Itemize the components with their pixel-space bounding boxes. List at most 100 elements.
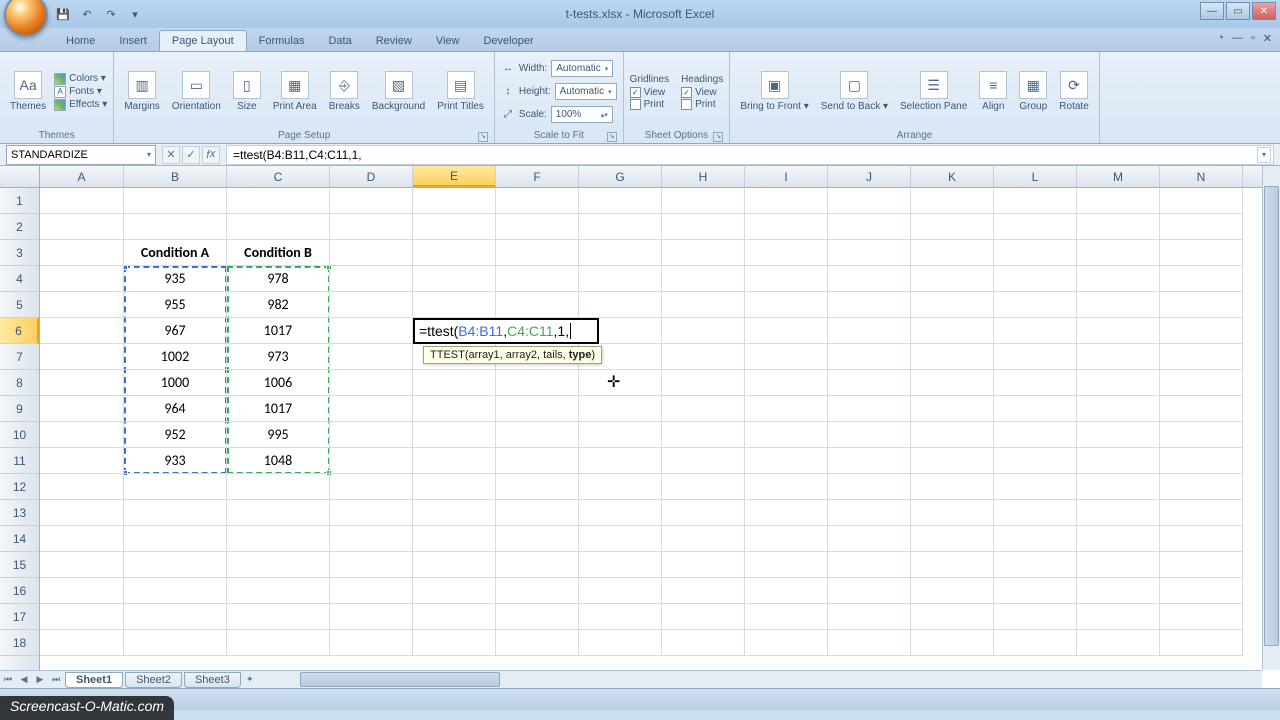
- cell-G10[interactable]: [579, 422, 662, 448]
- cell-C6[interactable]: 1017: [227, 318, 330, 344]
- cell-K11[interactable]: [911, 448, 994, 474]
- prev-sheet-button[interactable]: ◀: [16, 674, 32, 685]
- cell-B14[interactable]: [124, 526, 227, 552]
- cell-J10[interactable]: [828, 422, 911, 448]
- cell-G14[interactable]: [579, 526, 662, 552]
- cell-D1[interactable]: [330, 188, 413, 214]
- row-header-7[interactable]: 7: [0, 344, 39, 370]
- close-button[interactable]: ✕: [1252, 2, 1276, 20]
- cell-D15[interactable]: [330, 552, 413, 578]
- cell-M10[interactable]: [1077, 422, 1160, 448]
- cell-C9[interactable]: 1017: [227, 396, 330, 422]
- row-header-10[interactable]: 10: [0, 422, 39, 448]
- tab-home[interactable]: Home: [54, 31, 107, 51]
- cell-G12[interactable]: [579, 474, 662, 500]
- cell-D13[interactable]: [330, 500, 413, 526]
- cell-N13[interactable]: [1160, 500, 1243, 526]
- themes-button[interactable]: Aa Themes: [6, 69, 50, 114]
- cell-C4[interactable]: 978: [227, 266, 330, 292]
- cell-I11[interactable]: [745, 448, 828, 474]
- cell-D18[interactable]: [330, 630, 413, 656]
- cell-E17[interactable]: [413, 604, 496, 630]
- cancel-formula-button[interactable]: ✕: [162, 146, 180, 164]
- cell-B9[interactable]: 964: [124, 396, 227, 422]
- cell-L13[interactable]: [994, 500, 1077, 526]
- cell-H15[interactable]: [662, 552, 745, 578]
- minimize-button[interactable]: —: [1200, 2, 1224, 20]
- cell-G3[interactable]: [579, 240, 662, 266]
- cell-F10[interactable]: [496, 422, 579, 448]
- cell-A12[interactable]: [40, 474, 124, 500]
- sheet-tab-2[interactable]: Sheet2: [125, 672, 182, 688]
- gridlines-print-checkbox[interactable]: Print: [630, 99, 669, 110]
- cell-K14[interactable]: [911, 526, 994, 552]
- cell-B11[interactable]: 933: [124, 448, 227, 474]
- cell-C7[interactable]: 973: [227, 344, 330, 370]
- cell-F9[interactable]: [496, 396, 579, 422]
- insert-function-button[interactable]: f𝑥: [202, 146, 220, 164]
- row-header-2[interactable]: 2: [0, 214, 39, 240]
- cell-J11[interactable]: [828, 448, 911, 474]
- col-header-M[interactable]: M: [1077, 166, 1160, 187]
- print-area-button[interactable]: ▦Print Area: [269, 69, 321, 114]
- cell-J7[interactable]: [828, 344, 911, 370]
- cell-G13[interactable]: [579, 500, 662, 526]
- cell-J14[interactable]: [828, 526, 911, 552]
- cell-H5[interactable]: [662, 292, 745, 318]
- cell-D10[interactable]: [330, 422, 413, 448]
- breaks-button[interactable]: ⎆Breaks: [325, 69, 364, 114]
- cell-L12[interactable]: [994, 474, 1077, 500]
- send-to-back-button[interactable]: ▢Send to Back ▾: [817, 69, 892, 114]
- print-titles-button[interactable]: ▤Print Titles: [433, 69, 488, 114]
- cell-K4[interactable]: [911, 266, 994, 292]
- width-combo[interactable]: Automatic▾: [551, 60, 613, 77]
- cell-I8[interactable]: [745, 370, 828, 396]
- minimize-ribbon-icon[interactable]: —: [1232, 32, 1243, 45]
- cell-B12[interactable]: [124, 474, 227, 500]
- cell-N3[interactable]: [1160, 240, 1243, 266]
- vertical-scrollbar[interactable]: [1262, 166, 1280, 670]
- cell-N10[interactable]: [1160, 422, 1243, 448]
- qat-more-icon[interactable]: ▾: [124, 4, 146, 24]
- row-header-16[interactable]: 16: [0, 578, 39, 604]
- cell-J4[interactable]: [828, 266, 911, 292]
- cell-L2[interactable]: [994, 214, 1077, 240]
- cell-A15[interactable]: [40, 552, 124, 578]
- cell-E16[interactable]: [413, 578, 496, 604]
- cell-K1[interactable]: [911, 188, 994, 214]
- cell-C11[interactable]: 1048: [227, 448, 330, 474]
- cell-D6[interactable]: [330, 318, 413, 344]
- cell-H3[interactable]: [662, 240, 745, 266]
- cell-C13[interactable]: [227, 500, 330, 526]
- cell-I5[interactable]: [745, 292, 828, 318]
- select-all-button[interactable]: [0, 166, 40, 188]
- cell-J13[interactable]: [828, 500, 911, 526]
- cell-G18[interactable]: [579, 630, 662, 656]
- col-header-I[interactable]: I: [745, 166, 828, 187]
- cell-J9[interactable]: [828, 396, 911, 422]
- tab-insert[interactable]: Insert: [107, 31, 159, 51]
- cell-A6[interactable]: [40, 318, 124, 344]
- cell-G4[interactable]: [579, 266, 662, 292]
- cell-G1[interactable]: [579, 188, 662, 214]
- cell-N14[interactable]: [1160, 526, 1243, 552]
- effects-button[interactable]: Effects ▾: [54, 99, 107, 111]
- cell-H4[interactable]: [662, 266, 745, 292]
- row-header-5[interactable]: 5: [0, 292, 39, 318]
- cell-D7[interactable]: [330, 344, 413, 370]
- cell-M8[interactable]: [1077, 370, 1160, 396]
- align-button[interactable]: ≡Align: [975, 69, 1011, 114]
- cell-D8[interactable]: [330, 370, 413, 396]
- cell-G11[interactable]: [579, 448, 662, 474]
- cell-G8[interactable]: [579, 370, 662, 396]
- headings-print-checkbox[interactable]: Print: [681, 99, 723, 110]
- cell-H14[interactable]: [662, 526, 745, 552]
- cell-H7[interactable]: [662, 344, 745, 370]
- cell-D4[interactable]: [330, 266, 413, 292]
- horizontal-scrollbar[interactable]: [280, 670, 1262, 688]
- cell-F8[interactable]: [496, 370, 579, 396]
- cell-H10[interactable]: [662, 422, 745, 448]
- cell-F18[interactable]: [496, 630, 579, 656]
- cell-M1[interactable]: [1077, 188, 1160, 214]
- cell-A9[interactable]: [40, 396, 124, 422]
